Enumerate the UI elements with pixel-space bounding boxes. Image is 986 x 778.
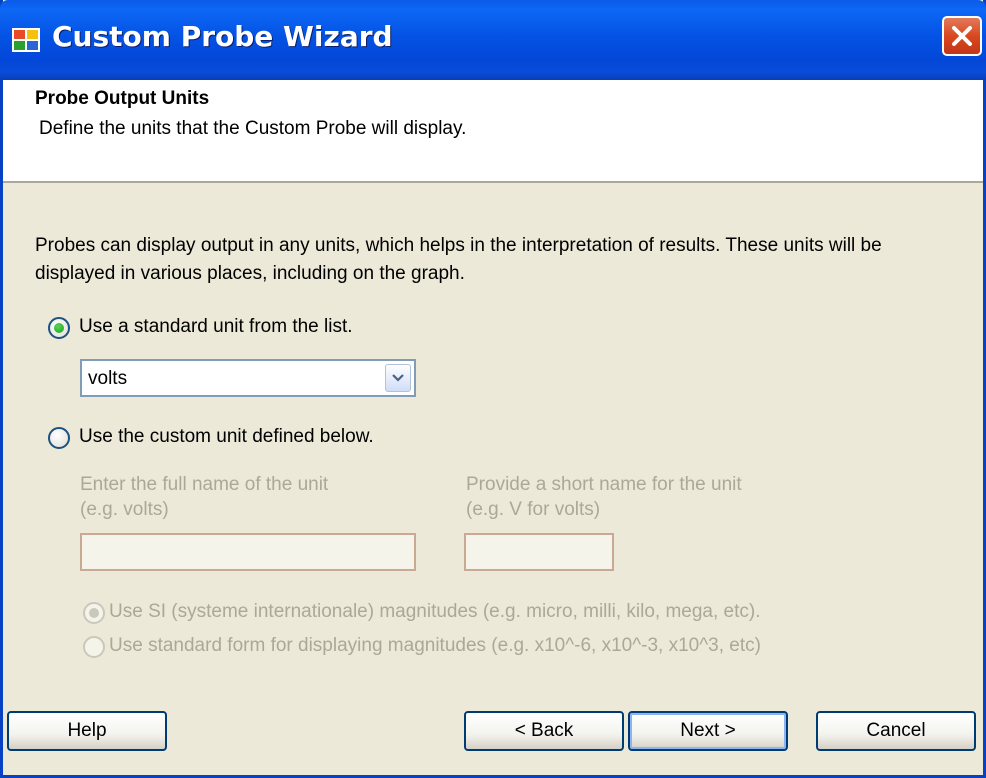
short-name-label-line2: (e.g. V for volts): [466, 499, 601, 520]
dropdown-button[interactable]: [385, 364, 411, 392]
chevron-down-icon: [392, 374, 404, 382]
full-name-label-line1: Enter the full name of the unit: [80, 474, 329, 495]
intro-text: Probes can display output in any units, …: [35, 235, 882, 284]
cancel-button[interactable]: Cancel: [816, 711, 976, 751]
full-name-label-line2: (e.g. volts): [80, 499, 169, 520]
unit-select[interactable]: volts: [80, 359, 416, 397]
close-button[interactable]: [942, 16, 982, 56]
close-icon: [952, 26, 972, 46]
wizard-app-icon: [12, 28, 40, 52]
full-name-input[interactable]: [80, 533, 416, 571]
custom-unit-radio[interactable]: [48, 427, 70, 449]
wizard-header: Probe Output Units Define the units that…: [3, 80, 983, 183]
wizard-window: Custom Probe Wizard Probe Output Units D…: [0, 0, 986, 778]
si-magnitudes-label[interactable]: Use SI (systeme internationale) magnitud…: [109, 601, 761, 623]
help-button[interactable]: Help: [7, 711, 167, 751]
window-title: Custom Probe Wizard: [52, 20, 393, 53]
short-name-input[interactable]: [464, 533, 614, 571]
standard-form-radio[interactable]: [83, 636, 105, 658]
si-magnitudes-radio[interactable]: [83, 602, 105, 624]
short-name-label: Provide a short name for the unit (e.g. …: [466, 472, 742, 522]
next-button[interactable]: Next >: [628, 711, 788, 751]
custom-unit-label[interactable]: Use the custom unit defined below.: [79, 426, 374, 448]
unit-select-value: volts: [88, 368, 128, 389]
page-title: Probe Output Units: [35, 88, 210, 109]
full-name-label: Enter the full name of the unit (e.g. vo…: [80, 472, 328, 522]
short-name-label-line1: Provide a short name for the unit: [466, 474, 742, 495]
standard-form-label[interactable]: Use standard form for displaying magnitu…: [109, 635, 761, 657]
standard-unit-label[interactable]: Use a standard unit from the list.: [79, 316, 353, 338]
standard-unit-radio[interactable]: [48, 317, 70, 339]
back-button[interactable]: < Back: [464, 711, 624, 751]
title-bar[interactable]: Custom Probe Wizard: [0, 0, 986, 80]
page-subtitle: Define the units that the Custom Probe w…: [39, 118, 467, 139]
